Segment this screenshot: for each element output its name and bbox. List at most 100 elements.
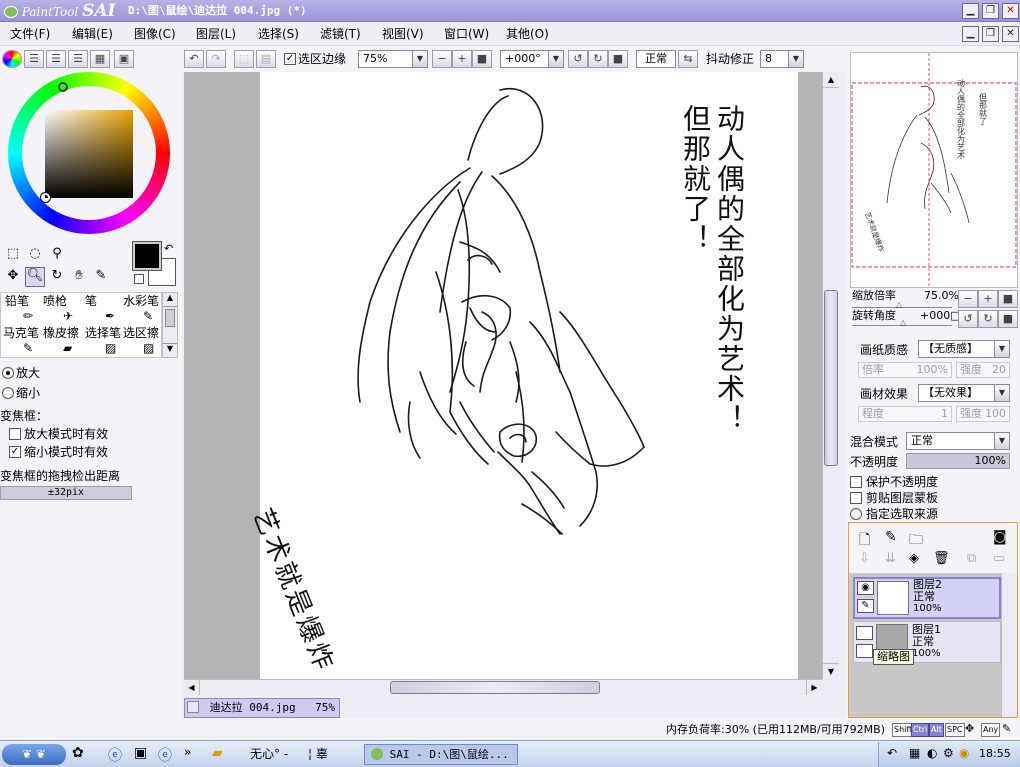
start-button[interactable]: ❦ ❦ <box>2 744 66 765</box>
canvas-horizontal-scrollbar[interactable]: ◀ ▶ <box>184 679 822 695</box>
scroll-down-arrow-icon[interactable]: ▼ <box>823 663 839 679</box>
effect-select[interactable]: 【无效果】 ▼ <box>918 384 1010 402</box>
paper-strength-field[interactable]: 强度 20 <box>956 362 1010 378</box>
opacity-slider[interactable]: 100% <box>906 453 1010 469</box>
hue-cursor[interactable] <box>58 82 68 92</box>
tool-select-pen[interactable]: 选择笔 <box>85 325 121 341</box>
nav-rotate-right-button[interactable]: ↻ <box>978 310 998 328</box>
canvas-vertical-scrollbar[interactable]: ▲ ▼ <box>822 72 839 679</box>
close-button[interactable]: ✕ <box>1002 3 1019 19</box>
selection-source-radio[interactable] <box>850 508 862 520</box>
scratchpad-tab[interactable]: ▣ <box>114 50 134 68</box>
nav-zoom-out-button[interactable]: − <box>958 290 978 308</box>
scroll-left-arrow-icon[interactable]: ◀ <box>184 680 200 695</box>
expand-icon[interactable]: » <box>184 745 191 759</box>
new-folder-icon[interactable]: 🗀︎ <box>909 529 923 553</box>
nav-zoom-in-button[interactable]: + <box>978 290 998 308</box>
nav-rotate-left-button[interactable]: ↺ <box>958 310 978 328</box>
mdi-minimize-button[interactable]: ▁ <box>962 26 979 42</box>
layer-list-scrollbar[interactable] <box>1001 573 1017 717</box>
rotate-reset-button[interactable]: ■ <box>608 50 628 68</box>
rotate-icon[interactable]: ↻ <box>48 268 66 286</box>
visibility-toggle[interactable] <box>856 626 873 640</box>
horizontal-scroll-thumb[interactable] <box>390 681 600 694</box>
magic-wand-icon[interactable]: ⚲ <box>48 246 66 264</box>
browser-icon[interactable]: ⓔ <box>158 745 172 765</box>
eyedropper-icon[interactable]: ✎ <box>92 268 110 286</box>
eye-icon[interactable]: ◉ <box>857 581 874 595</box>
undo-button[interactable]: ↶ <box>184 50 204 68</box>
rotate-right-button[interactable]: ↻ <box>588 50 608 68</box>
taskbar-item-1[interactable]: 无心° - <box>250 744 288 765</box>
rotation-select[interactable]: +000° ▼ <box>500 50 564 68</box>
new-layer-icon[interactable]: 🗋︎ <box>859 529 870 553</box>
tray-icon-5[interactable]: ◉ <box>959 746 969 760</box>
menu-file[interactable]: 文件(F) <box>10 26 50 42</box>
tool-airbrush[interactable]: 喷枪 <box>43 293 67 309</box>
layer-row[interactable]: ◉ ✎ 图层2 正常 100% <box>853 577 1001 619</box>
menu-layer[interactable]: 图层(L) <box>196 26 236 42</box>
edit-lock-toggle[interactable] <box>856 644 873 658</box>
hand-icon[interactable]: ✋︎ <box>70 268 88 286</box>
tool-select-eraser[interactable]: 选区擦 <box>123 325 159 341</box>
menu-image[interactable]: 图像(C) <box>134 26 176 42</box>
sv-square[interactable] <box>45 110 133 198</box>
zoom-out-radio[interactable] <box>2 387 14 399</box>
drag-distance-slider[interactable]: ±32pix <box>0 486 132 500</box>
effect-degree-field[interactable]: 程度 1 <box>858 406 952 422</box>
menu-other[interactable]: 其他(O) <box>506 26 549 42</box>
hsv-slider-tab[interactable]: ☰ <box>46 50 66 68</box>
taskbar-sai-window[interactable]: SAI - D:\图\鼠绘... <box>364 744 518 765</box>
blend-mode-select[interactable]: 正常 ▼ <box>906 432 1010 450</box>
layer-copy-icon[interactable]: ⧉ <box>967 551 976 566</box>
canvas-paper[interactable]: 动人偶的全部化为艺术！ 但那就了！ 艺术就是爆炸 <box>247 72 798 679</box>
scroll-right-arrow-icon[interactable]: ▶ <box>806 680 822 695</box>
layer-mask-icon[interactable]: ◙ <box>993 529 1007 545</box>
maximize-button[interactable]: ❐ <box>982 3 999 19</box>
brush-grid-scrollbar[interactable]: ▲ ▼ <box>162 292 178 358</box>
merge-down-icon[interactable]: ⇊ <box>885 551 896 566</box>
mixer-tab[interactable]: ☰ <box>68 50 88 68</box>
tool-watercolor[interactable]: 水彩笔 <box>123 293 159 309</box>
nav-rotate-slider[interactable]: △ <box>852 318 952 327</box>
rgb-slider-tab[interactable]: ☰ <box>24 50 44 68</box>
frame-zoom-in-checkbox[interactable] <box>9 428 21 440</box>
tool-pencil[interactable]: 铅笔 <box>5 293 29 309</box>
menu-filter[interactable]: 滤镜(T) <box>320 26 361 42</box>
zoom-out-button[interactable]: − <box>432 50 452 68</box>
effect-strength-field[interactable]: 强度 100 <box>956 406 1010 422</box>
tray-icon-1[interactable]: ↶ <box>887 746 897 760</box>
selection-edge-checkbox[interactable]: ✓ <box>284 53 296 65</box>
taskbar-item-2[interactable]: ¦ 辜 <box>308 744 328 765</box>
frame-zoom-out-checkbox[interactable]: ✓ <box>9 446 21 458</box>
zoom-reset-button[interactable]: ■ <box>472 50 492 68</box>
menu-select[interactable]: 选择(S) <box>258 26 299 42</box>
swatches-tab[interactable]: ▦ <box>90 50 110 68</box>
document-tab[interactable]: 迪达拉 004.jpg 75% <box>184 698 340 718</box>
tray-icon-3[interactable]: ◐ <box>927 746 937 760</box>
lasso-icon[interactable]: ◌ <box>26 246 44 264</box>
redo-button[interactable]: ↷ <box>206 50 226 68</box>
nav-rotate-reset-button[interactable]: ■ <box>998 310 1018 328</box>
color-wheel-tab[interactable] <box>2 50 22 68</box>
menu-edit[interactable]: 编辑(E) <box>72 26 113 42</box>
tool-eraser[interactable]: 橡皮擦 <box>43 325 79 341</box>
rotate-left-button[interactable]: ↺ <box>568 50 588 68</box>
zoom-select[interactable]: 75% ▼ <box>358 50 428 68</box>
rect-select-icon[interactable]: ⬚ <box>4 246 22 264</box>
tray-icon-4[interactable]: ⚙ <box>943 746 954 760</box>
quick-launch-icon[interactable]: ✿ <box>72 745 84 761</box>
deselect-button[interactable]: ⬚ <box>234 50 254 68</box>
clip-layer-checkbox[interactable] <box>850 492 862 504</box>
new-linear-layer-icon[interactable]: ✎ <box>885 529 897 545</box>
paper-texture-select[interactable]: 【无质感】 ▼ <box>918 340 1010 358</box>
pen-icon[interactable]: ✎ <box>857 599 874 613</box>
ie-icon[interactable]: ⓔ <box>108 745 122 765</box>
protect-opacity-checkbox[interactable] <box>850 476 862 488</box>
mdi-restore-button[interactable]: ❐ <box>982 26 999 42</box>
mdi-close-button[interactable]: ✕ <box>1002 26 1019 42</box>
invert-select-button[interactable]: ▤ <box>256 50 276 68</box>
flip-view-button[interactable]: ⇆ <box>678 50 698 68</box>
nav-zoom-reset-button[interactable]: ■ <box>998 290 1018 308</box>
zoom-icon[interactable]: 🔍︎ <box>25 267 45 287</box>
